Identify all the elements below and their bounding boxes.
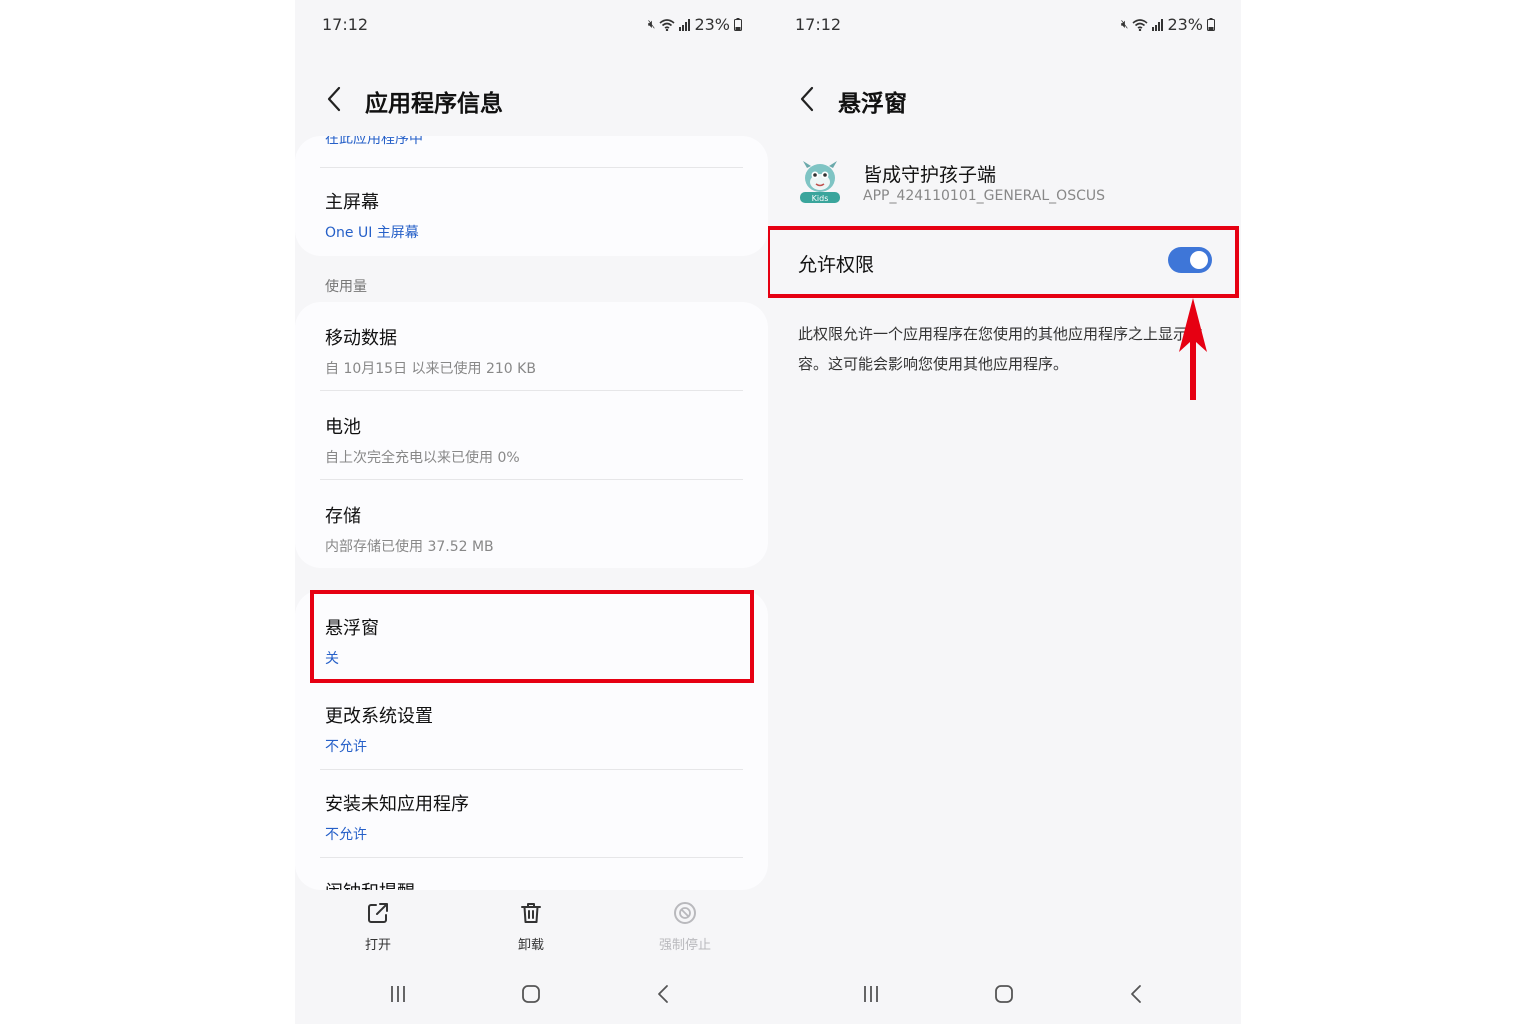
alarms-reminders-title: 闹钟和提醒	[325, 878, 415, 890]
recent-apps-icon	[391, 986, 405, 1002]
status-bar-icons: 🔇︎ 23%	[648, 15, 742, 34]
modify-system-settings-item[interactable]: 更改系统设置 不允许	[325, 702, 433, 756]
page-title: 应用程序信息	[365, 91, 503, 117]
usage-card: 移动数据 自 10月15日 以来已使用 210 KB 电池 自上次完全充电以来已…	[295, 302, 768, 568]
battery-title: 电池	[325, 417, 361, 438]
uninstall-button[interactable]: 卸载	[491, 900, 571, 953]
modify-system-settings-value: 不允许	[325, 739, 367, 755]
install-unknown-apps-value: 不允许	[325, 827, 367, 843]
mobile-data-subtitle: 自 10月15日 以来已使用 210 KB	[325, 361, 536, 377]
home-screen-item[interactable]: 主屏幕 One UI 主屏幕	[325, 188, 419, 242]
recent-apps-nav-button[interactable]	[856, 982, 886, 1006]
force-stop-icon	[674, 902, 696, 924]
back-nav-icon	[658, 985, 668, 1003]
uninstall-label: 卸载	[517, 938, 544, 953]
back-button[interactable]	[319, 84, 349, 114]
app-icon-badge: Kids	[812, 194, 829, 203]
app-info-screen: 17:12 🔇︎ 23% 应用程序信息 在此应用程序中 主屏幕 One UI 主…	[295, 0, 768, 1024]
home-nav-button[interactable]	[516, 982, 546, 1006]
status-time: 17:12	[795, 15, 842, 34]
status-bar-icons: 🔇︎ 23%	[1121, 15, 1215, 34]
mute-icon: 🔇︎	[647, 17, 656, 31]
force-stop-button[interactable]: 强制停止	[645, 900, 725, 953]
battery-item[interactable]: 电池 自上次完全充电以来已使用 0%	[325, 413, 520, 467]
floating-window-highlight	[310, 590, 754, 683]
divider	[320, 769, 743, 770]
recent-apps-icon	[864, 986, 878, 1002]
launch-settings-card: 在此应用程序中 主屏幕 One UI 主屏幕	[295, 136, 768, 256]
storage-subtitle: 内部存储已使用 37.52 MB	[325, 539, 494, 555]
back-button[interactable]	[792, 84, 822, 114]
modify-system-settings-title: 更改系统设置	[325, 706, 433, 727]
partial-top-item[interactable]: 在此应用程序中	[325, 136, 423, 148]
battery-icon	[734, 18, 742, 31]
mute-icon: 🔇︎	[1120, 17, 1129, 31]
floating-window-screen: 17:12 🔇︎ 23% 悬浮窗 Kids 皆成守护孩子端 APP_424110…	[768, 0, 1241, 1024]
home-screen-title: 主屏幕	[325, 192, 379, 213]
mobile-data-title: 移动数据	[325, 328, 397, 349]
battery-icon	[1207, 18, 1215, 31]
battery-percent: 23%	[694, 15, 730, 34]
usage-section-label: 使用量	[325, 279, 367, 295]
battery-percent: 23%	[1167, 15, 1203, 34]
app-icon: Kids	[800, 161, 840, 203]
back-nav-button[interactable]	[1122, 982, 1152, 1006]
home-screen-value: One UI 主屏幕	[325, 225, 419, 241]
back-nav-icon	[1131, 985, 1141, 1003]
storage-item[interactable]: 存储 内部存储已使用 37.52 MB	[325, 502, 494, 556]
home-icon	[522, 985, 540, 1003]
home-nav-button[interactable]	[989, 982, 1019, 1006]
storage-title: 存储	[325, 506, 361, 527]
back-arrow-icon	[800, 86, 814, 112]
trash-icon	[521, 903, 541, 923]
app-name: 皆成守护孩子端	[863, 164, 997, 186]
back-arrow-icon	[327, 86, 341, 112]
page-title: 悬浮窗	[838, 91, 907, 117]
back-nav-button[interactable]	[649, 982, 679, 1006]
wifi-icon	[1132, 18, 1148, 31]
install-unknown-apps-item[interactable]: 安装未知应用程序 不允许	[325, 790, 469, 844]
permission-description: 此权限允许一个应用程序在您使用的其他应用程序之上显示内容。这可能会影响您使用其他…	[798, 325, 1204, 373]
force-stop-label: 强制停止	[658, 938, 711, 953]
app-package-id: APP_424110101_GENERAL_OSCUS	[863, 188, 1105, 204]
install-unknown-apps-title: 安装未知应用程序	[325, 794, 469, 815]
permission-highlight	[768, 226, 1239, 298]
arrow-up-annotation-icon	[1179, 298, 1207, 400]
open-label: 打开	[364, 938, 391, 953]
divider	[320, 390, 743, 391]
status-time: 17:12	[322, 15, 369, 34]
divider	[320, 857, 743, 858]
open-external-icon	[368, 903, 388, 923]
home-icon	[995, 985, 1013, 1003]
signal-icon	[1152, 18, 1164, 31]
alarms-reminders-item[interactable]: 闹钟和提醒	[325, 878, 415, 890]
divider	[320, 479, 743, 480]
open-button[interactable]: 打开	[338, 900, 418, 953]
battery-subtitle: 自上次完全充电以来已使用 0%	[325, 450, 520, 466]
mobile-data-item[interactable]: 移动数据 自 10月15日 以来已使用 210 KB	[325, 324, 536, 378]
wifi-icon	[659, 18, 675, 31]
recent-apps-nav-button[interactable]	[383, 982, 413, 1006]
signal-icon	[679, 18, 691, 31]
divider	[320, 167, 743, 168]
